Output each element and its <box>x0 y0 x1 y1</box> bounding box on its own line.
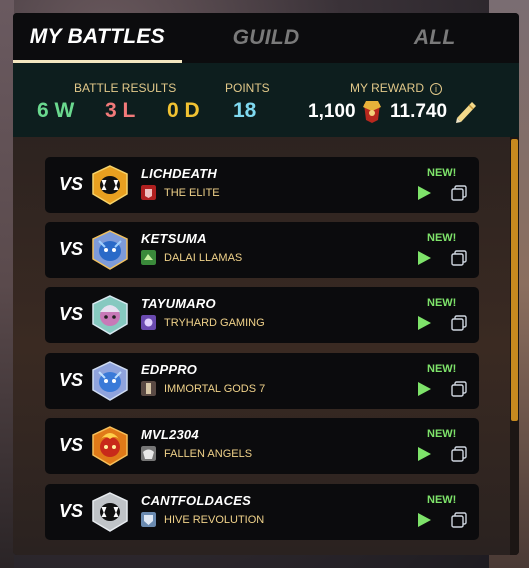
wins-value: 6 W <box>37 99 75 122</box>
guild-name[interactable]: HIVE REVOLUTION <box>164 514 264 526</box>
player-name[interactable]: TAYUMARO <box>141 296 216 311</box>
guild-crest-icon <box>141 381 156 396</box>
copy-icon[interactable] <box>451 446 467 462</box>
merits-value: 1,100 <box>308 101 356 122</box>
tab-all[interactable]: ALL <box>350 13 519 63</box>
play-icon[interactable] <box>416 512 432 528</box>
reward-label-wrap: MY REWARD i <box>350 81 443 95</box>
blue-dragon-icon <box>92 230 128 270</box>
blue-dragon-icon <box>92 361 128 401</box>
draws-value: 0 D <box>167 99 200 122</box>
guild-crest-icon <box>141 512 156 527</box>
vs-label: VS <box>59 370 84 390</box>
copy-icon[interactable] <box>451 315 467 331</box>
player-name[interactable]: KETSUMA <box>141 231 207 246</box>
reward-label: MY REWARD <box>350 81 425 95</box>
new-badge: NEW! <box>427 363 457 375</box>
new-badge: NEW! <box>427 167 457 179</box>
background-left <box>0 0 14 568</box>
vs-label: VS <box>59 174 84 194</box>
battles-panel: MY BATTLES GUILD ALL BATTLE RESULTS POIN… <box>13 13 519 555</box>
play-icon[interactable] <box>416 446 432 462</box>
mage-icon <box>92 295 128 335</box>
play-icon[interactable] <box>416 185 432 201</box>
tab-my-battles[interactable]: MY BATTLES <box>13 13 182 63</box>
vs-label: VS <box>59 435 84 455</box>
guild-name[interactable]: DALAI LLAMAS <box>164 252 242 264</box>
play-icon[interactable] <box>416 315 432 331</box>
merits-icon <box>363 101 381 123</box>
guild-name[interactable]: IMMORTAL GODS 7 <box>164 383 265 395</box>
guild-crest-icon <box>141 250 156 265</box>
fire-demon-icon <box>92 426 128 466</box>
copy-icon[interactable] <box>451 185 467 201</box>
scrollbar-thumb[interactable] <box>511 139 518 421</box>
player-name[interactable]: EDPPRO <box>141 362 197 377</box>
guild-crest-icon <box>141 185 156 200</box>
new-badge: NEW! <box>427 297 457 309</box>
battle-row[interactable]: VS CANTFOLDACES HIVE REVOLUTION NEW! <box>45 484 479 540</box>
player-name[interactable]: LICHDEATH <box>141 166 217 181</box>
copy-icon[interactable] <box>451 381 467 397</box>
new-badge: NEW! <box>427 428 457 440</box>
player-name[interactable]: CANTFOLDACES <box>141 493 251 508</box>
vs-label: VS <box>59 304 84 324</box>
guild-crest-icon <box>141 315 156 330</box>
battle-row[interactable]: VS TAYUMARO TRYHARD GAMING NEW! <box>45 287 479 343</box>
guild-name[interactable]: FALLEN ANGELS <box>164 448 252 460</box>
vs-label: VS <box>59 239 84 259</box>
fanged-mouth-icon <box>92 492 128 532</box>
guild-name[interactable]: THE ELITE <box>164 187 220 199</box>
battle-row[interactable]: VS EDPPRO IMMORTAL GODS 7 NEW! <box>45 353 479 409</box>
copy-icon[interactable] <box>451 250 467 266</box>
points-label: POINTS <box>225 81 270 95</box>
guild-name[interactable]: TRYHARD GAMING <box>164 317 265 329</box>
sps-value: 11.740 <box>390 101 448 122</box>
battle-row[interactable]: VS KETSUMA DALAI LLAMAS NEW! <box>45 222 479 278</box>
battle-results-label: BATTLE RESULTS <box>74 81 177 95</box>
new-badge: NEW! <box>427 232 457 244</box>
fanged-mouth-icon <box>92 165 128 205</box>
new-badge: NEW! <box>427 494 457 506</box>
player-name[interactable]: MVL2304 <box>141 427 199 442</box>
vs-label: VS <box>59 501 84 521</box>
points-value: 18 <box>233 99 257 122</box>
tab-guild[interactable]: GUILD <box>182 13 351 63</box>
tab-bar: MY BATTLES GUILD ALL <box>13 13 519 63</box>
battle-list: VS LICHDEATH THE ELITE NEW! VS KETSUMA D… <box>13 137 519 555</box>
copy-icon[interactable] <box>451 512 467 528</box>
results-summary: BATTLE RESULTS POINTS MY REWARD i 6 W 3 L… <box>13 63 519 137</box>
losses-value: 3 L <box>105 99 136 122</box>
sps-icon <box>456 102 476 123</box>
play-icon[interactable] <box>416 250 432 266</box>
battle-row[interactable]: VS LICHDEATH THE ELITE NEW! <box>45 157 479 213</box>
guild-crest-icon <box>141 446 156 461</box>
info-icon[interactable]: i <box>430 83 443 95</box>
battle-row[interactable]: VS MVL2304 FALLEN ANGELS NEW! <box>45 418 479 474</box>
play-icon[interactable] <box>416 381 432 397</box>
